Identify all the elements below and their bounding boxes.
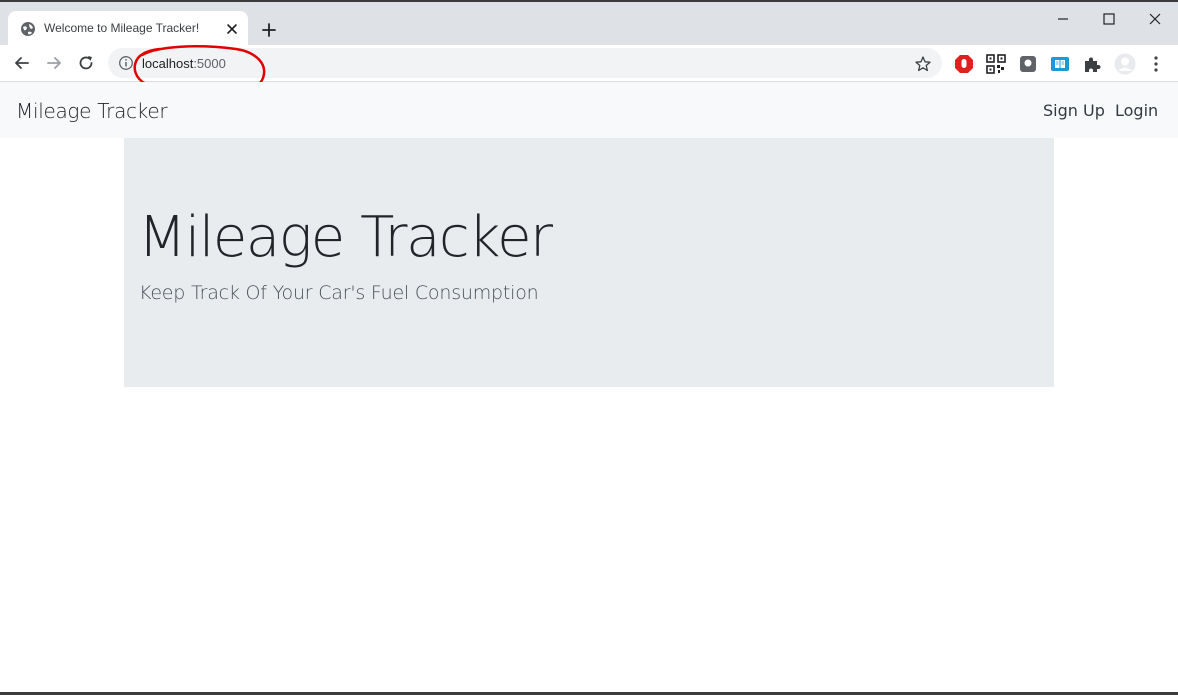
puzzle-icon[interactable] [1082, 54, 1102, 74]
browser-menu-kebab-icon[interactable] [1146, 54, 1166, 74]
forward-arrow-icon[interactable] [44, 53, 64, 73]
new-tab-plus-icon[interactable] [259, 20, 279, 40]
tab-title: Welcome to Mileage Tracker! [44, 21, 200, 35]
site-info-icon[interactable] [118, 55, 134, 71]
browser-titlebar: Welcome to Mileage Tracker! [0, 0, 1178, 47]
reader-book-icon[interactable] [1050, 54, 1070, 74]
minimize-window-icon[interactable] [1054, 10, 1072, 28]
opera-adblock-icon[interactable] [954, 54, 974, 74]
extension-square-icon[interactable] [1018, 54, 1038, 74]
bookmark-star-icon[interactable] [914, 55, 932, 73]
hero-title: Mileage Tracker [138, 205, 553, 270]
address-bar[interactable]: localhost:5000 [108, 48, 942, 78]
site-navbar: Mileage Tracker Sign Up Login [0, 82, 1178, 138]
maximize-window-icon[interactable] [1100, 10, 1118, 28]
reload-icon[interactable] [76, 53, 96, 73]
nav-link-signup[interactable]: Sign Up [1043, 101, 1105, 120]
close-window-icon[interactable] [1146, 10, 1164, 28]
profile-avatar-icon[interactable] [1114, 53, 1136, 75]
close-tab-icon[interactable] [224, 21, 240, 37]
navbar-brand[interactable]: Mileage Tracker [16, 99, 168, 123]
globe-icon [21, 22, 35, 36]
nav-link-login[interactable]: Login [1115, 101, 1158, 120]
qr-code-icon[interactable] [986, 54, 1006, 74]
browser-toolbar: localhost:5000 [0, 45, 1178, 82]
hero-jumbotron: Mileage Tracker Keep Track Of Your Car's… [124, 138, 1054, 387]
url-text[interactable]: localhost:5000 [142, 56, 226, 71]
back-arrow-icon[interactable] [12, 53, 32, 73]
hero-lead-text: Keep Track Of Your Car's Fuel Consumptio… [139, 282, 539, 304]
url-port: :5000 [193, 56, 226, 71]
browser-tab[interactable]: Welcome to Mileage Tracker! [8, 11, 248, 47]
url-host: localhost [142, 56, 194, 71]
